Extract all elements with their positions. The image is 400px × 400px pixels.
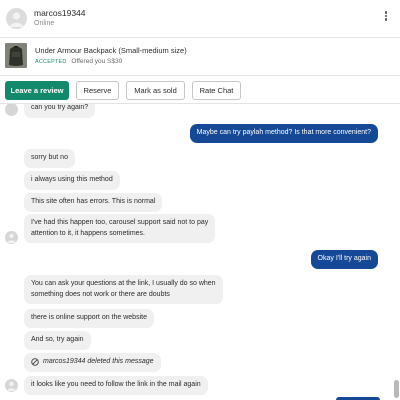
listing-title[interactable]: Under Armour Backpack (Small-medium size… [35,46,187,55]
more-vertical-icon[interactable] [382,10,390,24]
message-incoming: This site often has errors. This is norm… [24,193,163,212]
scrollbar-thumb[interactable] [394,380,399,398]
chat-scrollbar[interactable] [394,104,399,400]
action-bar: Leave a review Reserve Mark as sold Rate… [0,76,400,104]
mark-as-sold-button[interactable]: Mark as sold [126,81,185,100]
message-line: You can ask your questions at the link, … [31,280,216,287]
offer-line: ACCEPTED Offered you S$30 [35,58,122,65]
message-incoming: You can ask your questions at the link, … [24,275,223,304]
offer-text: Offered you S$30 [71,58,123,65]
chat-header: marcos19344 Online [0,0,400,38]
message-incoming: it looks like you need to follow the lin… [24,376,208,395]
message-incoming: sorry but no [24,149,75,168]
message-incoming: i always using this method [24,171,120,190]
message-incoming: And so, try again [24,331,91,350]
message-line: attention to it, it happens sometimes. [31,229,146,237]
message-line: I've had this happen too, carousel suppo… [31,219,209,226]
chat-messages[interactable]: can you try again? Maybe can try paylah … [0,104,400,400]
message-line: something does not work or there are dou… [31,290,170,298]
message-incoming: there is online support on the website [24,309,154,328]
message-outgoing: Okay I'll try again [310,250,378,269]
user-avatar[interactable] [6,8,27,29]
listing-bar[interactable]: Under Armour Backpack (Small-medium size… [0,38,400,76]
rate-chat-button[interactable]: Rate Chat [192,81,241,100]
sender-avatar [5,379,18,392]
username[interactable]: marcos19344 [34,8,86,18]
leave-review-button[interactable]: Leave a review [5,81,69,100]
reserve-button[interactable]: Reserve [76,81,119,100]
message-outgoing: Maybe can try paylah method? Is that mor… [189,124,378,143]
ban-icon [31,358,39,366]
sender-avatar [5,231,18,244]
sender-avatar [5,104,18,116]
deleted-text: marcos19344 deleted this message [43,358,154,365]
online-status: Online [34,20,55,27]
message-incoming: can you try again? [24,104,96,118]
accepted-badge: ACCEPTED [35,59,67,65]
message-incoming: I've had this happen too, carousel suppo… [24,214,216,243]
deleted-message-notice: marcos19344 deleted this message [24,353,161,372]
listing-thumbnail[interactable] [5,43,27,68]
